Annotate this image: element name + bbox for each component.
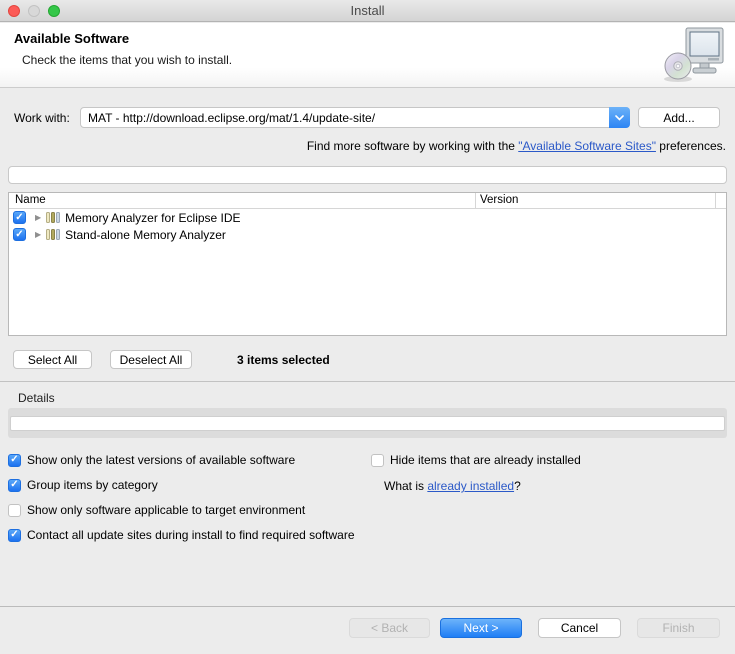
table-row[interactable]: ▶ Stand-alone Memory Analyzer xyxy=(9,226,726,243)
expand-arrow-icon[interactable]: ▶ xyxy=(35,213,41,222)
option-applicable-environment[interactable]: Show only software applicable to target … xyxy=(8,503,305,517)
question-suffix: ? xyxy=(514,479,521,493)
software-table: Name Version ▶ Memory Analyzer for Eclip… xyxy=(8,192,727,336)
select-all-button[interactable]: Select All xyxy=(13,350,92,369)
category-icon xyxy=(46,212,60,223)
category-icon xyxy=(46,229,60,240)
column-divider[interactable] xyxy=(475,193,476,209)
expand-arrow-icon[interactable]: ▶ xyxy=(35,230,41,239)
checkbox[interactable] xyxy=(8,504,21,517)
separator xyxy=(0,606,735,607)
sites-hint: Find more software by working with the "… xyxy=(307,139,726,153)
cancel-button[interactable]: Cancel xyxy=(538,618,621,638)
option-label: Show only software applicable to target … xyxy=(27,503,305,517)
details-panel xyxy=(8,408,727,438)
chevron-down-icon[interactable] xyxy=(609,107,630,128)
details-label: Details xyxy=(18,391,55,405)
table-header: Name Version xyxy=(9,193,726,209)
checkbox[interactable] xyxy=(8,529,21,542)
deselect-all-button[interactable]: Deselect All xyxy=(110,350,192,369)
work-with-label: Work with: xyxy=(14,111,70,125)
page-subtitle: Check the items that you wish to install… xyxy=(22,53,232,67)
installed-question: What is already installed? xyxy=(384,479,521,493)
checkbox[interactable] xyxy=(8,454,21,467)
checkbox[interactable] xyxy=(371,454,384,467)
column-divider[interactable] xyxy=(715,193,716,209)
next-button[interactable]: Next > xyxy=(440,618,522,638)
separator xyxy=(0,381,735,382)
column-header-name[interactable]: Name xyxy=(15,194,46,206)
row-checkbox[interactable] xyxy=(13,228,26,241)
filter-input[interactable] xyxy=(8,166,727,184)
sites-hint-prefix: Find more software by working with the xyxy=(307,139,518,153)
option-label: Show only the latest versions of availab… xyxy=(27,453,295,467)
back-button: < Back xyxy=(349,618,430,638)
dialog-header: Available Software Check the items that … xyxy=(0,23,735,88)
finish-button: Finish xyxy=(637,618,720,638)
option-label: Contact all update sites during install … xyxy=(27,528,355,542)
column-header-version[interactable]: Version xyxy=(480,194,518,206)
option-contact-update-sites[interactable]: Contact all update sites during install … xyxy=(8,528,355,542)
titlebar[interactable]: Install xyxy=(0,0,735,22)
question-prefix: What is xyxy=(384,479,427,493)
details-field[interactable] xyxy=(10,416,725,431)
option-latest-versions[interactable]: Show only the latest versions of availab… xyxy=(8,453,295,467)
row-label: Stand-alone Memory Analyzer xyxy=(65,228,226,242)
already-installed-link[interactable]: already installed xyxy=(427,479,514,493)
table-row[interactable]: ▶ Memory Analyzer for Eclipse IDE xyxy=(9,209,726,226)
add-button[interactable]: Add... xyxy=(638,107,720,128)
selection-status: 3 items selected xyxy=(237,353,330,367)
window-title: Install xyxy=(0,0,735,22)
install-wizard-icon xyxy=(663,26,725,86)
checkbox[interactable] xyxy=(8,479,21,492)
row-checkbox[interactable] xyxy=(13,211,26,224)
option-group-by-category[interactable]: Group items by category xyxy=(8,478,158,492)
page-title: Available Software xyxy=(14,31,129,46)
install-dialog: Install Available Software Check the ite… xyxy=(0,0,735,654)
work-with-value: MAT - http://download.eclipse.org/mat/1.… xyxy=(81,111,609,125)
sites-hint-suffix: preferences. xyxy=(656,139,726,153)
option-label: Hide items that are already installed xyxy=(390,453,581,467)
option-hide-installed[interactable]: Hide items that are already installed xyxy=(371,453,581,467)
work-with-combo[interactable]: MAT - http://download.eclipse.org/mat/1.… xyxy=(80,107,630,128)
row-label: Memory Analyzer for Eclipse IDE xyxy=(65,211,240,225)
option-label: Group items by category xyxy=(27,478,158,492)
available-software-sites-link[interactable]: "Available Software Sites" xyxy=(518,139,656,153)
